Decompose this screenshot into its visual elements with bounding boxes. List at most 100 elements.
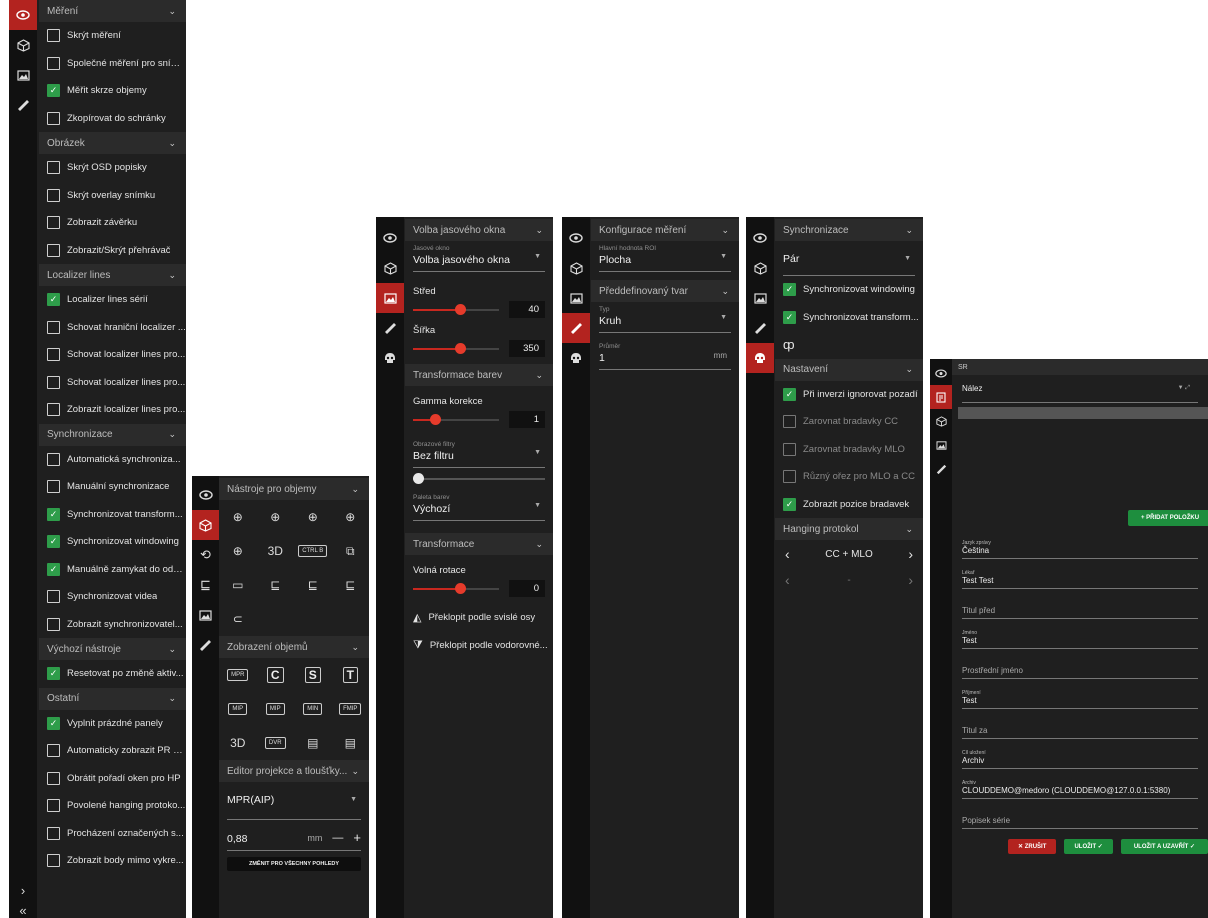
- checkbox-row[interactable]: ✓ Resetovat po změně aktiv...: [39, 660, 186, 688]
- checkbox-row[interactable]: Procházení označených s...: [39, 820, 186, 848]
- checkbox[interactable]: [47, 161, 60, 175]
- eye-icon[interactable]: [562, 223, 590, 253]
- checkbox-row[interactable]: Zarovnat bradavky MLO: [775, 436, 923, 464]
- checkbox[interactable]: [47, 403, 60, 417]
- checkbox-row[interactable]: Zobrazit závěrku: [39, 209, 186, 237]
- checkbox[interactable]: [47, 188, 60, 202]
- report-field[interactable]: Prostřední jméno: [962, 649, 1198, 679]
- report-field[interactable]: Jméno Test: [962, 619, 1198, 649]
- tool-button[interactable]: ⊑: [332, 568, 370, 602]
- apply-all-views-button[interactable]: ZMĚNIT PRO VŠECHNY POHLEDY: [227, 857, 361, 871]
- tool-button[interactable]: CTRL B: [294, 534, 332, 568]
- cancel-button[interactable]: ✕ ZRUŠIT: [1008, 839, 1057, 854]
- rotate-icon[interactable]: ⟲: [192, 540, 219, 570]
- checkbox-row[interactable]: Automatická synchroniza...: [39, 446, 186, 474]
- checkbox[interactable]: [47, 799, 60, 813]
- expand-icon[interactable]: ›: [9, 882, 37, 898]
- report-field[interactable]: Příjmení Test: [962, 679, 1198, 709]
- skull-icon[interactable]: [562, 343, 590, 373]
- checkbox[interactable]: [47, 56, 60, 70]
- section-transform[interactable]: Transformace ⌄: [405, 533, 553, 555]
- ruler-icon[interactable]: [9, 90, 37, 120]
- report-field[interactable]: Cíl uložení Archiv: [962, 739, 1198, 769]
- checkbox[interactable]: [47, 29, 60, 43]
- slider-knob[interactable]: [430, 414, 441, 425]
- section-header[interactable]: Ostatní ⌄: [39, 687, 186, 710]
- checkbox-checked[interactable]: ✓: [783, 387, 796, 401]
- checkbox-row[interactable]: ✓ Měřit skrze objemy: [39, 77, 186, 105]
- save-and-close-button[interactable]: ULOŽIT A UZAVŘÍT ✓: [1120, 839, 1208, 854]
- add-item-button[interactable]: + PŘIDAT POLOŽKU: [1128, 510, 1208, 526]
- slider-knob[interactable]: [455, 583, 466, 594]
- checkbox-checked[interactable]: ✓: [47, 535, 60, 549]
- checkbox-row[interactable]: ✓ Zobrazit pozice bradavek: [775, 491, 923, 519]
- tool-button[interactable]: 3D: [219, 726, 257, 760]
- section-header[interactable]: Výchozí nástroje ⌄: [39, 638, 186, 660]
- checkbox-row[interactable]: Zobrazit body mimo vykre...: [39, 847, 186, 875]
- report-field[interactable]: Popisek série: [962, 799, 1198, 829]
- tool-button[interactable]: MIP: [257, 692, 295, 726]
- gamma-value[interactable]: 1: [509, 411, 545, 428]
- image-icon[interactable]: [192, 600, 219, 630]
- checkbox-row[interactable]: Různý ořez pro MLO a CC: [775, 463, 923, 491]
- cube-icon[interactable]: [930, 409, 952, 433]
- center-value[interactable]: 40: [509, 301, 545, 318]
- section-volume-tools[interactable]: Nástroje pro objemy ⌄: [219, 478, 369, 500]
- eye-icon[interactable]: [9, 0, 37, 30]
- tool-button[interactable]: ⊕: [219, 500, 257, 534]
- checkbox[interactable]: [783, 442, 796, 456]
- checkbox-checked[interactable]: ✓: [783, 310, 796, 324]
- window-select[interactable]: Jasové okno Volba jasového okna ▼: [413, 241, 545, 272]
- checkbox-checked[interactable]: ✓: [783, 497, 796, 511]
- cube-icon[interactable]: [192, 510, 219, 540]
- tool-button[interactable]: C: [257, 658, 295, 692]
- checkbox-row[interactable]: Obrátit pořadí oken pro HP: [39, 765, 186, 793]
- section-settings[interactable]: Nastavení ⌄: [775, 358, 923, 381]
- checkbox-row[interactable]: Manuální synchronizace: [39, 473, 186, 501]
- checkbox[interactable]: [47, 348, 60, 362]
- checkbox-checked[interactable]: ✓: [47, 667, 60, 681]
- roi-select[interactable]: Hlavní hodnota ROI Plocha ▼: [599, 241, 731, 272]
- image-icon[interactable]: [746, 283, 774, 313]
- checkbox-row[interactable]: Zobrazit/Skrýt přehrávač: [39, 237, 186, 265]
- checkbox[interactable]: [47, 480, 60, 494]
- ruler-icon[interactable]: [562, 313, 590, 343]
- checkbox[interactable]: [47, 590, 60, 604]
- checkbox-checked[interactable]: ✓: [47, 562, 60, 576]
- report-field[interactable]: Titul před: [962, 589, 1198, 619]
- checkbox-row[interactable]: ✓ Synchronizovat transform...: [39, 501, 186, 529]
- slider-knob[interactable]: [455, 304, 466, 315]
- center-slider[interactable]: 40: [413, 301, 545, 319]
- section-measurement-config[interactable]: Konfigurace měření ⌄: [591, 219, 739, 241]
- checkbox[interactable]: [47, 452, 60, 466]
- checkbox-row[interactable]: ✓ Synchronizovat windowing: [775, 276, 923, 304]
- section-window[interactable]: Volba jasového okna ⌄: [405, 219, 553, 241]
- checkbox-checked[interactable]: ✓: [47, 84, 60, 98]
- section-header[interactable]: Obrázek ⌄: [39, 132, 186, 154]
- tool-button[interactable]: MIN: [294, 692, 332, 726]
- chevron-left-icon[interactable]: ‹: [785, 572, 790, 588]
- checkbox-row[interactable]: Skrýt OSD popisky: [39, 154, 186, 182]
- checkbox[interactable]: [47, 111, 60, 125]
- palette-select[interactable]: Paleta barev Výchozí ▼: [413, 490, 545, 521]
- checkbox-checked[interactable]: ✓: [783, 283, 796, 297]
- section-predefined-shape[interactable]: Předdefinovaný tvar ⌄: [591, 280, 739, 302]
- link-icon-row[interactable]: ȹ: [775, 331, 923, 359]
- tool-button[interactable]: ⊑: [294, 568, 332, 602]
- section-hanging[interactable]: Hanging protokol ⌄: [775, 518, 923, 540]
- width-value[interactable]: 350: [509, 340, 545, 357]
- checkbox[interactable]: [47, 216, 60, 230]
- checkbox[interactable]: [47, 320, 60, 334]
- projection-mode-select[interactable]: MPR(AIP) ▼: [227, 788, 361, 820]
- section-color-transform[interactable]: Transformace barev ⌄: [405, 364, 553, 386]
- chevron-right-icon[interactable]: ›: [908, 572, 913, 588]
- checkbox-row[interactable]: Povolené hanging protoko...: [39, 792, 186, 820]
- checkbox-row[interactable]: Synchronizovat videa: [39, 583, 186, 611]
- tool-button[interactable]: MPR: [219, 658, 257, 692]
- checkbox-row[interactable]: Zobrazit localizer lines pro...: [39, 396, 186, 424]
- checkbox-row[interactable]: Společné měření pro sním...: [39, 50, 186, 78]
- checkbox[interactable]: [47, 826, 60, 840]
- checkbox[interactable]: [47, 617, 60, 631]
- tool-button[interactable]: 3D: [257, 534, 295, 568]
- tool-button[interactable]: FMIP: [332, 692, 370, 726]
